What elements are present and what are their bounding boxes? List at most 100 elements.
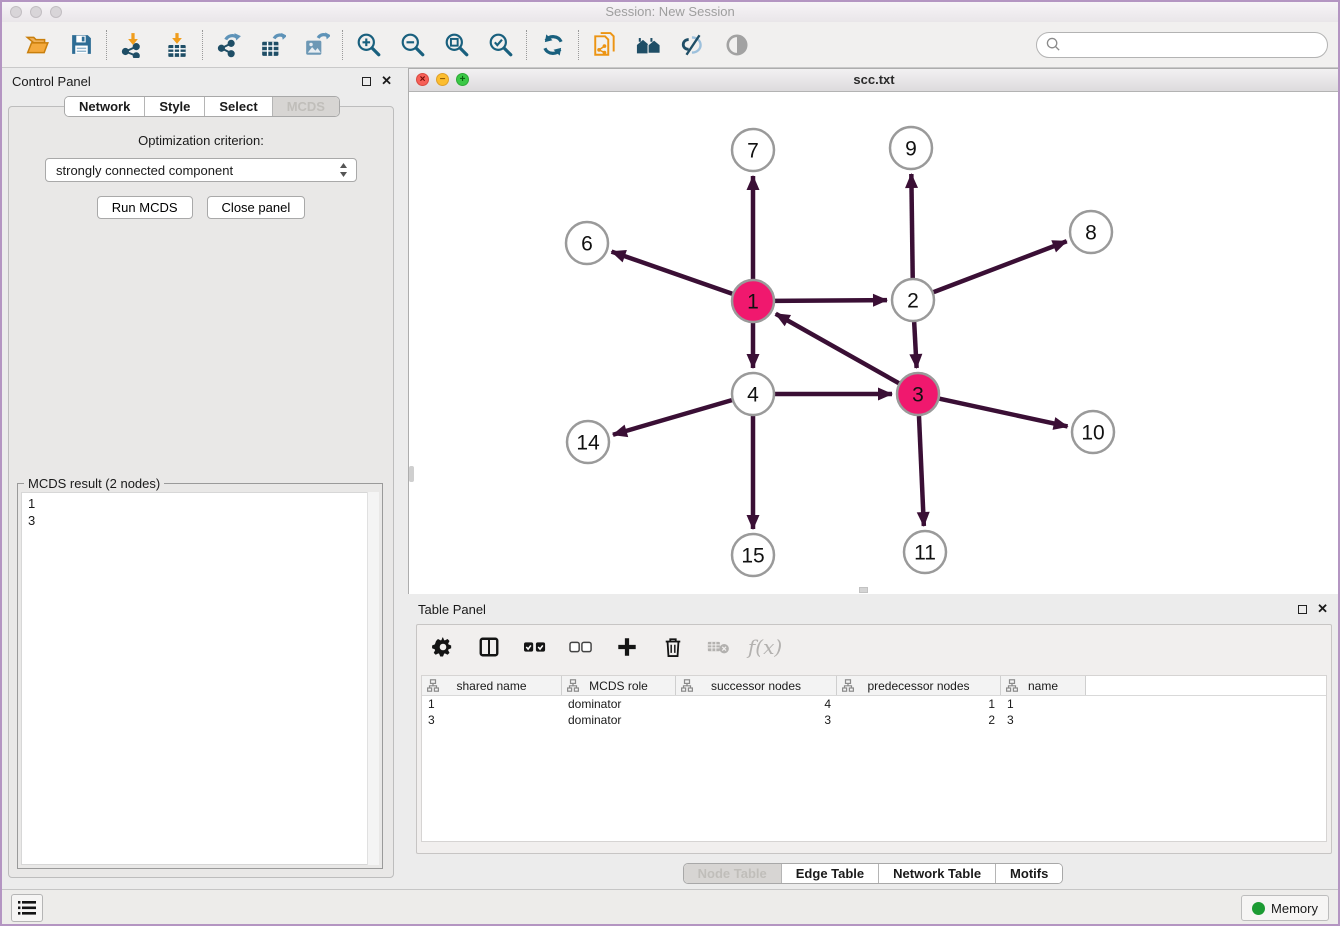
graph-node-1[interactable]: 1: [732, 280, 774, 322]
select-all-icon[interactable]: [523, 635, 547, 659]
svg-text:10: 10: [1081, 421, 1104, 444]
search-box[interactable]: [1036, 32, 1328, 58]
graph-node-9[interactable]: 9: [890, 127, 932, 169]
table-panel-title: Table Panel: [418, 602, 1298, 617]
graph-node-10[interactable]: 10: [1072, 411, 1114, 453]
graph-edge-1-6[interactable]: [612, 252, 733, 294]
tab-style[interactable]: Style: [145, 97, 205, 116]
open-session-icon[interactable]: [24, 32, 50, 58]
float-panel-icon[interactable]: [362, 77, 371, 86]
main-toolbar: [2, 22, 1338, 68]
network-canvas[interactable]: 7 9 6 8 1 2 4 3 14 10 15 11: [409, 92, 1339, 594]
tab-edge-table[interactable]: Edge Table: [782, 864, 879, 883]
tab-network-table[interactable]: Network Table: [879, 864, 996, 883]
table-header-row: shared nameMCDS rolesuccessor nodesprede…: [422, 676, 1326, 696]
graph-edge-3-10[interactable]: [939, 399, 1067, 427]
table-cell[interactable]: 1: [837, 696, 1001, 712]
table-cell[interactable]: dominator: [562, 696, 676, 712]
graph-edge-2-8[interactable]: [934, 241, 1067, 292]
chevron-updown-icon: [339, 162, 348, 178]
table-cell[interactable]: 4: [676, 696, 837, 712]
graph-edge-1-2[interactable]: [775, 300, 887, 301]
app-window: Session: New Session: [0, 0, 1340, 926]
tab-network[interactable]: Network: [65, 97, 145, 116]
table-cell[interactable]: 3: [422, 712, 562, 728]
graph-node-8[interactable]: 8: [1070, 211, 1112, 253]
table-cell[interactable]: 1: [1001, 696, 1086, 712]
vertical-scrollbar-thumb[interactable]: [409, 466, 414, 482]
fx-label: f(x): [748, 635, 782, 659]
export-table-icon[interactable]: [260, 32, 286, 58]
table-cell[interactable]: 2: [837, 712, 1001, 728]
graph-node-15[interactable]: 15: [732, 534, 774, 576]
graph-node-4[interactable]: 4: [732, 373, 774, 415]
column-header-MCDS-role[interactable]: MCDS role: [562, 676, 676, 695]
column-layout-icon[interactable]: [477, 635, 501, 659]
import-table-icon[interactable]: [164, 32, 190, 58]
export-network-icon[interactable]: [216, 32, 242, 58]
run-mcds-button[interactable]: Run MCDS: [97, 196, 193, 219]
graph-node-7[interactable]: 7: [732, 129, 774, 171]
zoom-out-icon[interactable]: [400, 32, 426, 58]
home-layout-icon[interactable]: [636, 32, 662, 58]
table-cell[interactable]: 3: [1001, 712, 1086, 728]
add-column-icon[interactable]: [615, 635, 639, 659]
result-scrollbar[interactable]: [367, 492, 379, 865]
zoom-fit-icon[interactable]: [444, 32, 470, 58]
delete-table-icon[interactable]: [707, 635, 731, 659]
horizontal-scrollbar-thumb[interactable]: [859, 587, 868, 593]
refresh-icon[interactable]: [540, 32, 566, 58]
memory-button[interactable]: Memory: [1241, 895, 1329, 921]
import-network-icon[interactable]: [120, 32, 146, 58]
tab-mcds[interactable]: MCDS: [273, 97, 339, 116]
tab-select[interactable]: Select: [205, 97, 272, 116]
column-header-predecessor-nodes[interactable]: predecessor nodes: [837, 676, 1001, 695]
graph-node-3[interactable]: 3: [897, 373, 939, 415]
node-table[interactable]: shared nameMCDS rolesuccessor nodesprede…: [421, 675, 1327, 842]
window-title: Session: New Session: [2, 4, 1338, 19]
graph-node-11[interactable]: 11: [904, 531, 946, 573]
zoom-selected-icon[interactable]: [488, 32, 514, 58]
network-window-titlebar[interactable]: × − + scc.txt: [409, 69, 1339, 92]
function-builder-icon: f(x): [753, 635, 777, 659]
graph-edge-3-1[interactable]: [776, 314, 899, 383]
search-input[interactable]: [1067, 36, 1318, 53]
close-panel-button[interactable]: Close panel: [207, 196, 306, 219]
close-table-panel-icon[interactable]: ✕: [1317, 604, 1328, 614]
graph-edge-4-14[interactable]: [613, 400, 732, 435]
clone-network-icon[interactable]: [592, 32, 618, 58]
table-cell[interactable]: 3: [676, 712, 837, 728]
table-row[interactable]: 3dominator323: [422, 712, 1326, 728]
svg-text:15: 15: [741, 544, 764, 567]
save-session-icon[interactable]: [68, 32, 94, 58]
tab-node-table[interactable]: Node Table: [684, 864, 782, 883]
column-header-shared-name[interactable]: shared name: [422, 676, 562, 695]
table-cell[interactable]: 1: [422, 696, 562, 712]
show-details-icon[interactable]: [724, 32, 750, 58]
graph-edge-2-9[interactable]: [911, 174, 912, 278]
tab-motifs[interactable]: Motifs: [996, 864, 1062, 883]
graph-node-6[interactable]: 6: [566, 222, 608, 264]
deselect-all-icon[interactable]: [569, 635, 593, 659]
task-history-button[interactable]: [11, 894, 43, 922]
delete-icon[interactable]: [661, 635, 685, 659]
gear-icon[interactable]: [431, 635, 455, 659]
column-header-successor-nodes[interactable]: successor nodes: [676, 676, 837, 695]
graph-node-14[interactable]: 14: [567, 421, 609, 463]
mcds-result-list[interactable]: 13: [21, 492, 379, 865]
mcds-result-title: MCDS result (2 nodes): [24, 476, 164, 491]
table-row[interactable]: 1dominator411: [422, 696, 1326, 712]
graph-edge-2-3[interactable]: [914, 322, 916, 368]
mcds-result-item[interactable]: 1: [28, 495, 372, 512]
zoom-in-icon[interactable]: [356, 32, 382, 58]
close-panel-icon[interactable]: ✕: [381, 76, 392, 86]
mcds-result-item[interactable]: 3: [28, 512, 372, 529]
export-image-icon[interactable]: [304, 32, 330, 58]
criterion-dropdown[interactable]: strongly connected component: [45, 158, 357, 182]
hide-details-icon[interactable]: [680, 32, 706, 58]
float-table-panel-icon[interactable]: [1298, 605, 1307, 614]
table-cell[interactable]: dominator: [562, 712, 676, 728]
column-header-name[interactable]: name: [1001, 676, 1086, 695]
graph-node-2[interactable]: 2: [892, 279, 934, 321]
graph-edge-3-11[interactable]: [919, 416, 924, 526]
